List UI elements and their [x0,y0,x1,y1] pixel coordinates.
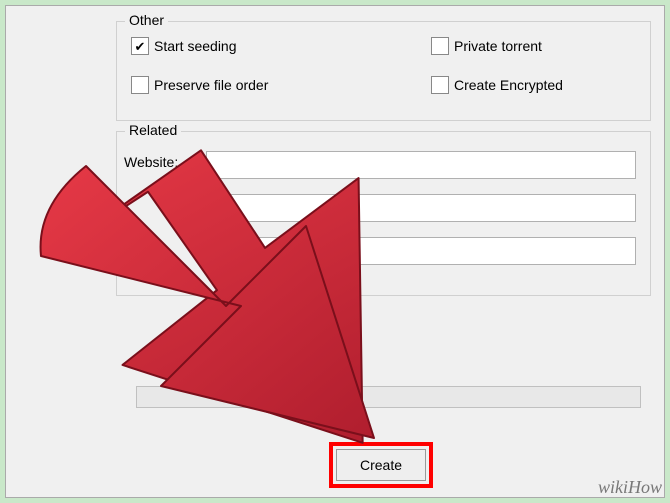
create-button[interactable]: Create [336,449,426,481]
checkbox-start-seeding[interactable]: Start seeding [131,37,237,55]
checkbox-icon [431,37,449,55]
website-input[interactable] [206,151,636,179]
checkbox-label: Preserve file order [154,77,268,93]
watermark: wikiHow [598,477,662,498]
checkbox-create-encrypted[interactable]: Create Encrypted [431,76,563,94]
fieldset-other: Other [116,21,651,121]
checkbox-icon [131,76,149,94]
related-input-3[interactable] [206,237,636,265]
progress-bar [136,386,641,408]
legend-related: Related [125,122,181,138]
dialog-window: Other Start seeding Private torrent Pres… [5,5,665,498]
checkbox-private-torrent[interactable]: Private torrent [431,37,542,55]
checkbox-icon [431,76,449,94]
checkbox-label: Start seeding [154,38,237,54]
website-label: Website: [124,154,178,170]
checkbox-label: Private torrent [454,38,542,54]
legend-other: Other [125,12,168,28]
checkbox-label: Create Encrypted [454,77,563,93]
checkbox-icon [131,37,149,55]
checkbox-preserve-file-order[interactable]: Preserve file order [131,76,268,94]
related-input-2[interactable] [206,194,636,222]
